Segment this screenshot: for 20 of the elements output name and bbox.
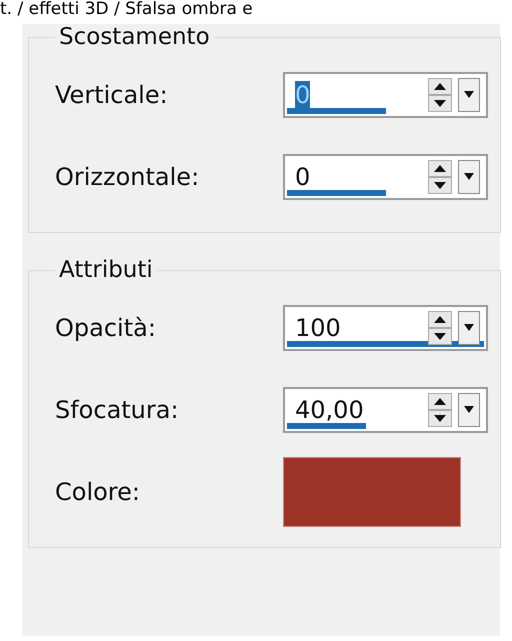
field-label: Orizzontale: (55, 163, 200, 191)
spin-field[interactable]: 100 (283, 305, 488, 351)
field-value: 0 (295, 81, 310, 109)
field-label: Colore: (55, 478, 141, 506)
spin-arrows-icon[interactable] (428, 78, 452, 112)
group-title: Scostamento (58, 24, 211, 50)
spin-arrows-icon[interactable] (428, 393, 452, 427)
caption-text: t. / effetti 3D / Sfalsa ombra e (0, 0, 254, 18)
group-title: Attributi (58, 257, 154, 283)
spin-field[interactable]: 40,00 (283, 387, 488, 433)
field-value: 40,00 (295, 396, 364, 424)
field-label: Verticale: (55, 81, 169, 109)
field-label: Sfocatura: (55, 396, 180, 424)
spin-field[interactable]: 0 (283, 154, 488, 200)
field-label: Opacità: (55, 314, 157, 342)
spin-arrows-icon[interactable] (428, 311, 452, 345)
field-value: 100 (295, 314, 341, 342)
color-swatch[interactable] (283, 457, 461, 527)
spin-arrows-icon[interactable] (428, 160, 452, 194)
field-value: 0 (295, 163, 310, 191)
